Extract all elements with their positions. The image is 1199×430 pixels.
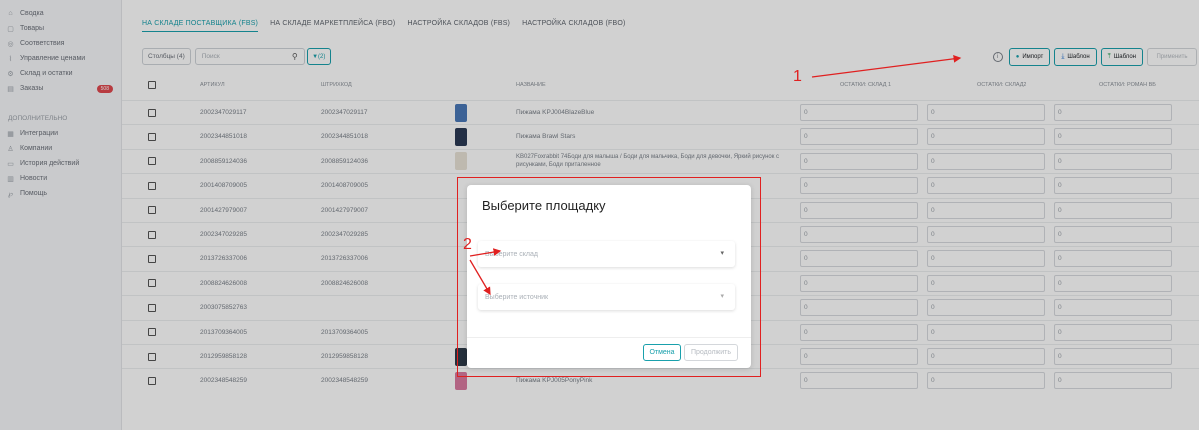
annotation-frame [457,177,761,377]
annotation-marker-1: 1 [793,68,802,85]
annotation-marker-2: 2 [463,236,472,253]
